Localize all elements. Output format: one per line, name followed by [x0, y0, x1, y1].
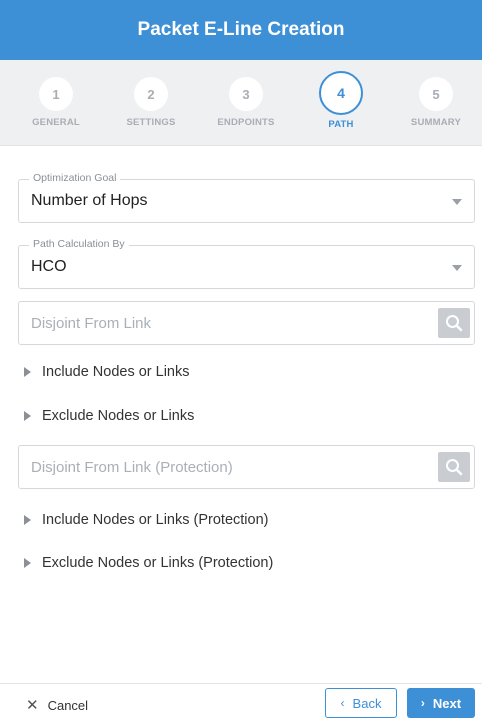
- step-label: SETTINGS: [126, 117, 176, 128]
- step-number: 2: [134, 77, 168, 111]
- caret-right-icon: [24, 411, 31, 421]
- path-calculation-label: Path Calculation By: [29, 238, 129, 250]
- dialog-title: Packet E-Line Creation: [137, 19, 345, 40]
- optimization-goal-value: Number of Hops: [31, 192, 148, 209]
- caret-right-icon: [24, 367, 31, 377]
- step-number: 3: [229, 77, 263, 111]
- optimization-goal-label: Optimization Goal: [29, 172, 121, 184]
- exclude-nodes-label: Exclude Nodes or Links: [42, 408, 195, 424]
- close-icon: ✕: [26, 697, 39, 714]
- chevron-down-icon: [452, 265, 462, 271]
- step-number: 5: [419, 77, 453, 111]
- next-button[interactable]: › Next: [407, 688, 475, 718]
- cancel-label: Cancel: [47, 697, 89, 713]
- dialog-footer: ✕ Cancel ‹ Back › Next: [0, 683, 482, 722]
- chevron-right-icon: ›: [420, 696, 425, 710]
- search-icon: [446, 315, 463, 332]
- next-label: Next: [432, 695, 462, 711]
- disjoint-protection-placeholder: Disjoint From Link (Protection): [31, 459, 233, 476]
- path-calculation-value: HCO: [31, 258, 67, 275]
- caret-right-icon: [24, 558, 31, 568]
- chevron-down-icon: [452, 199, 462, 205]
- search-icon: [446, 459, 463, 476]
- step-general[interactable]: 1 GENERAL: [11, 77, 101, 128]
- disjoint-from-link-input[interactable]: Disjoint From Link: [18, 301, 475, 345]
- search-button[interactable]: [438, 452, 470, 482]
- exclude-protection-label: Exclude Nodes or Links (Protection): [42, 555, 274, 571]
- disjoint-from-link-placeholder: Disjoint From Link: [31, 315, 152, 332]
- step-number: 1: [39, 77, 73, 111]
- step-label: SUMMARY: [410, 117, 462, 128]
- disjoint-protection-input[interactable]: Disjoint From Link (Protection): [18, 445, 475, 489]
- wizard-stepper: 1 GENERAL 2 SETTINGS 3 ENDPOINTS 4 PATH …: [0, 60, 482, 146]
- back-label: Back: [352, 695, 382, 711]
- back-button[interactable]: ‹ Back: [325, 688, 397, 718]
- step-path[interactable]: 4 PATH: [296, 71, 386, 130]
- step-number: 4: [319, 71, 363, 115]
- exclude-protection-expander[interactable]: Exclude Nodes or Links (Protection): [24, 555, 273, 571]
- dialog-header: Packet E-Line Creation: [0, 0, 482, 60]
- exclude-nodes-expander[interactable]: Exclude Nodes or Links: [24, 408, 194, 424]
- cancel-button[interactable]: ✕ Cancel: [26, 696, 88, 714]
- include-protection-expander[interactable]: Include Nodes or Links (Protection): [24, 512, 268, 528]
- step-settings[interactable]: 2 SETTINGS: [106, 77, 196, 128]
- include-nodes-expander[interactable]: Include Nodes or Links: [24, 364, 190, 380]
- chevron-left-icon: ‹: [340, 696, 345, 710]
- step-label: GENERAL: [32, 117, 80, 128]
- step-endpoints[interactable]: 3 ENDPOINTS: [201, 77, 291, 128]
- optimization-goal-select[interactable]: Optimization Goal Number of Hops: [18, 172, 475, 223]
- step-label: PATH: [328, 119, 354, 130]
- caret-right-icon: [24, 515, 31, 525]
- step-summary[interactable]: 5 SUMMARY: [391, 77, 481, 128]
- include-nodes-label: Include Nodes or Links: [42, 364, 190, 380]
- step-label: ENDPOINTS: [217, 117, 275, 128]
- search-button[interactable]: [438, 308, 470, 338]
- include-protection-label: Include Nodes or Links (Protection): [42, 512, 269, 528]
- path-calculation-select[interactable]: Path Calculation By HCO: [18, 238, 475, 289]
